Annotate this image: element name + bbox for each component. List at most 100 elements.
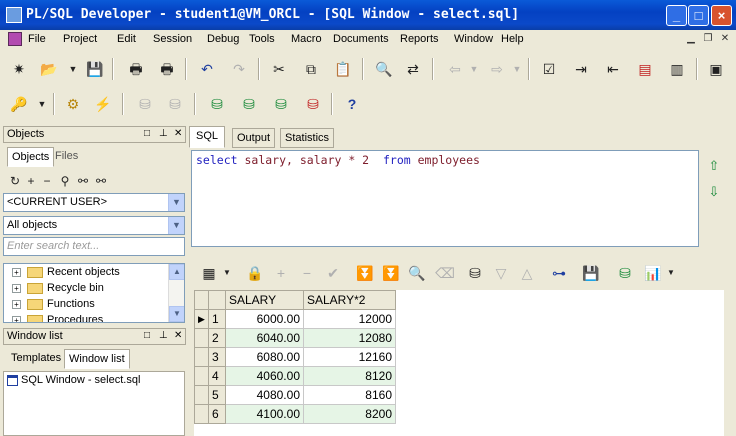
menu-documents[interactable]: Documents bbox=[333, 33, 389, 45]
next-page-icon[interactable]: ⏬ bbox=[354, 262, 376, 284]
next-statement-icon[interactable]: ⇩ bbox=[706, 184, 722, 200]
scroll-up-icon[interactable]: ▲ bbox=[169, 264, 184, 280]
maximize-button[interactable]: □ bbox=[688, 5, 709, 26]
copy-icon[interactable]: ⧉ bbox=[300, 58, 322, 80]
previous-statement-icon[interactable]: ⇧ bbox=[706, 158, 722, 174]
print-preview-icon[interactable]: 🖶 bbox=[156, 58, 178, 80]
menu-project[interactable]: Project bbox=[63, 33, 97, 45]
scroll-down-icon[interactable]: ▼ bbox=[169, 306, 184, 322]
open-dropdown-icon[interactable]: ▼ bbox=[62, 58, 84, 80]
menu-session[interactable]: Session bbox=[153, 33, 192, 45]
tree-item-procedures[interactable]: + Procedures bbox=[12, 314, 103, 322]
object-filter-combo[interactable]: All objects ▼ bbox=[3, 216, 185, 235]
tab-objects[interactable]: Objects bbox=[7, 147, 55, 167]
minimize-button[interactable]: _ bbox=[666, 5, 687, 26]
paste-icon[interactable]: 📋 bbox=[332, 58, 354, 80]
database-report-icon[interactable]: ⛁ bbox=[302, 93, 324, 115]
expand-icon[interactable]: + bbox=[12, 267, 21, 277]
database-window-icon[interactable]: ⛁ bbox=[270, 93, 292, 115]
lock-icon[interactable]: 🔒 bbox=[244, 262, 266, 284]
table-row[interactable]: 2 6040.00 12080 bbox=[194, 328, 396, 348]
database-icon[interactable]: ⛁ bbox=[206, 93, 228, 115]
new-icon[interactable]: ✷ bbox=[8, 58, 30, 80]
tab-sql[interactable]: SQL bbox=[189, 126, 226, 148]
tab-statistics[interactable]: Statistics bbox=[280, 128, 335, 148]
table-row[interactable]: 3 6080.00 12160 bbox=[194, 347, 396, 367]
indent-icon[interactable]: ⇥ bbox=[570, 58, 592, 80]
cut-icon[interactable]: ✂ bbox=[268, 58, 290, 80]
panel-pin-icon[interactable]: ⊥ bbox=[159, 330, 168, 341]
panel-minimize-icon[interactable]: □ bbox=[144, 330, 150, 341]
expand-icon[interactable]: + bbox=[12, 283, 21, 293]
unindent-icon[interactable]: ⇤ bbox=[602, 58, 624, 80]
tree-item-functions[interactable]: + Functions bbox=[12, 298, 95, 314]
print-icon[interactable]: 🖶 bbox=[125, 58, 147, 80]
find-in-grid-icon[interactable]: 🔍 bbox=[406, 262, 428, 284]
comment-icon[interactable]: ▤ bbox=[634, 58, 656, 80]
grid-dropdown-icon[interactable]: ▼ bbox=[216, 262, 238, 284]
mdi-minimize-icon[interactable]: ▁ bbox=[684, 33, 698, 46]
table-row[interactable]: 5 4080.00 8160 bbox=[194, 385, 396, 405]
panel-pin-icon[interactable]: ⊥ bbox=[159, 128, 168, 139]
commit-icon[interactable]: ⛁ bbox=[134, 93, 156, 115]
panel-close-icon[interactable]: ✕ bbox=[174, 128, 182, 139]
menu-window[interactable]: Window bbox=[454, 33, 493, 45]
save-icon[interactable]: 💾 bbox=[84, 58, 106, 80]
find-icon[interactable]: 🔍 bbox=[373, 58, 395, 80]
object-search-input[interactable]: Enter search text... bbox=[3, 237, 185, 256]
query-by-example-icon[interactable]: ⛁ bbox=[464, 262, 486, 284]
last-page-icon[interactable]: ⏬ bbox=[380, 262, 402, 284]
step-forward-dropdown-icon[interactable]: ▼ bbox=[506, 58, 528, 80]
menu-edit[interactable]: Edit bbox=[117, 33, 136, 45]
execute-gear-icon[interactable]: ⚙ bbox=[62, 93, 84, 115]
chart-dropdown-icon[interactable]: ▼ bbox=[660, 262, 682, 284]
tab-output[interactable]: Output bbox=[232, 128, 276, 148]
sql-editor[interactable]: select salary, salary * 2 from employees bbox=[191, 150, 699, 247]
logon-key-icon[interactable]: 🔑 bbox=[8, 93, 30, 115]
column-header-salary2[interactable]: SALARY*2 bbox=[303, 290, 396, 310]
panel-minimize-icon[interactable]: □ bbox=[144, 128, 150, 139]
uncomment-icon[interactable]: ▥ bbox=[666, 58, 688, 80]
menu-file[interactable]: File bbox=[28, 33, 46, 45]
menu-reports[interactable]: Reports bbox=[400, 33, 439, 45]
export-icon[interactable]: ⛁ bbox=[614, 262, 636, 284]
redo-icon[interactable]: ↷ bbox=[228, 58, 250, 80]
panel-splitter[interactable] bbox=[186, 126, 189, 436]
step-back-dropdown-icon[interactable]: ▼ bbox=[463, 58, 485, 80]
panel-close-icon[interactable]: ✕ bbox=[174, 330, 182, 341]
menu-macro[interactable]: Macro bbox=[291, 33, 322, 45]
tree-view-icon[interactable]: ⊶ bbox=[548, 262, 570, 284]
step-forward-icon[interactable]: ⇨ bbox=[486, 58, 508, 80]
menu-debug[interactable]: Debug bbox=[207, 33, 239, 45]
menu-help[interactable]: Help bbox=[501, 33, 524, 45]
open-icon[interactable]: 📂 bbox=[38, 58, 60, 80]
tab-files[interactable]: Files bbox=[51, 147, 82, 167]
user-combo[interactable]: <CURRENT USER> ▼ bbox=[3, 193, 185, 212]
mdi-restore-icon[interactable]: ❐ bbox=[701, 33, 715, 46]
break-icon[interactable]: ⚡ bbox=[92, 93, 114, 115]
tree-scrollbar[interactable]: ▲ ▼ bbox=[168, 264, 184, 322]
delete-record-icon[interactable]: − bbox=[296, 262, 318, 284]
rollback-icon[interactable]: ⛁ bbox=[164, 93, 186, 115]
help-icon[interactable]: ? bbox=[341, 93, 363, 115]
table-row[interactable]: 4 4060.00 8120 bbox=[194, 366, 396, 386]
tree-item-recent[interactable]: + Recent objects bbox=[12, 266, 120, 282]
clear-icon[interactable]: ⌫ bbox=[434, 262, 456, 284]
chevron-down-icon[interactable]: ▼ bbox=[168, 194, 184, 211]
menu-tools[interactable]: Tools bbox=[249, 33, 275, 45]
tab-templates[interactable]: Templates bbox=[7, 349, 65, 369]
expand-icon[interactable]: + bbox=[12, 315, 21, 322]
table-row[interactable]: ▶ 1 6000.00 12000 bbox=[194, 309, 396, 329]
logon-dropdown-icon[interactable]: ▼ bbox=[31, 93, 53, 115]
undo-icon[interactable]: ↶ bbox=[196, 58, 218, 80]
expand-icon[interactable]: + bbox=[12, 299, 21, 309]
replace-icon[interactable]: ⇄ bbox=[402, 58, 424, 80]
close-button[interactable]: × bbox=[711, 5, 732, 26]
post-changes-icon[interactable]: ✔ bbox=[322, 262, 344, 284]
sort-up-icon[interactable]: △ bbox=[516, 262, 538, 284]
projector-icon[interactable]: ▣ bbox=[705, 58, 727, 80]
filter-edit-icon[interactable]: ⚯ bbox=[90, 170, 112, 192]
tree-item-recycle[interactable]: + Recycle bin bbox=[12, 282, 104, 298]
insert-record-icon[interactable]: + bbox=[270, 262, 292, 284]
table-row[interactable]: 6 4100.00 8200 bbox=[194, 404, 396, 424]
